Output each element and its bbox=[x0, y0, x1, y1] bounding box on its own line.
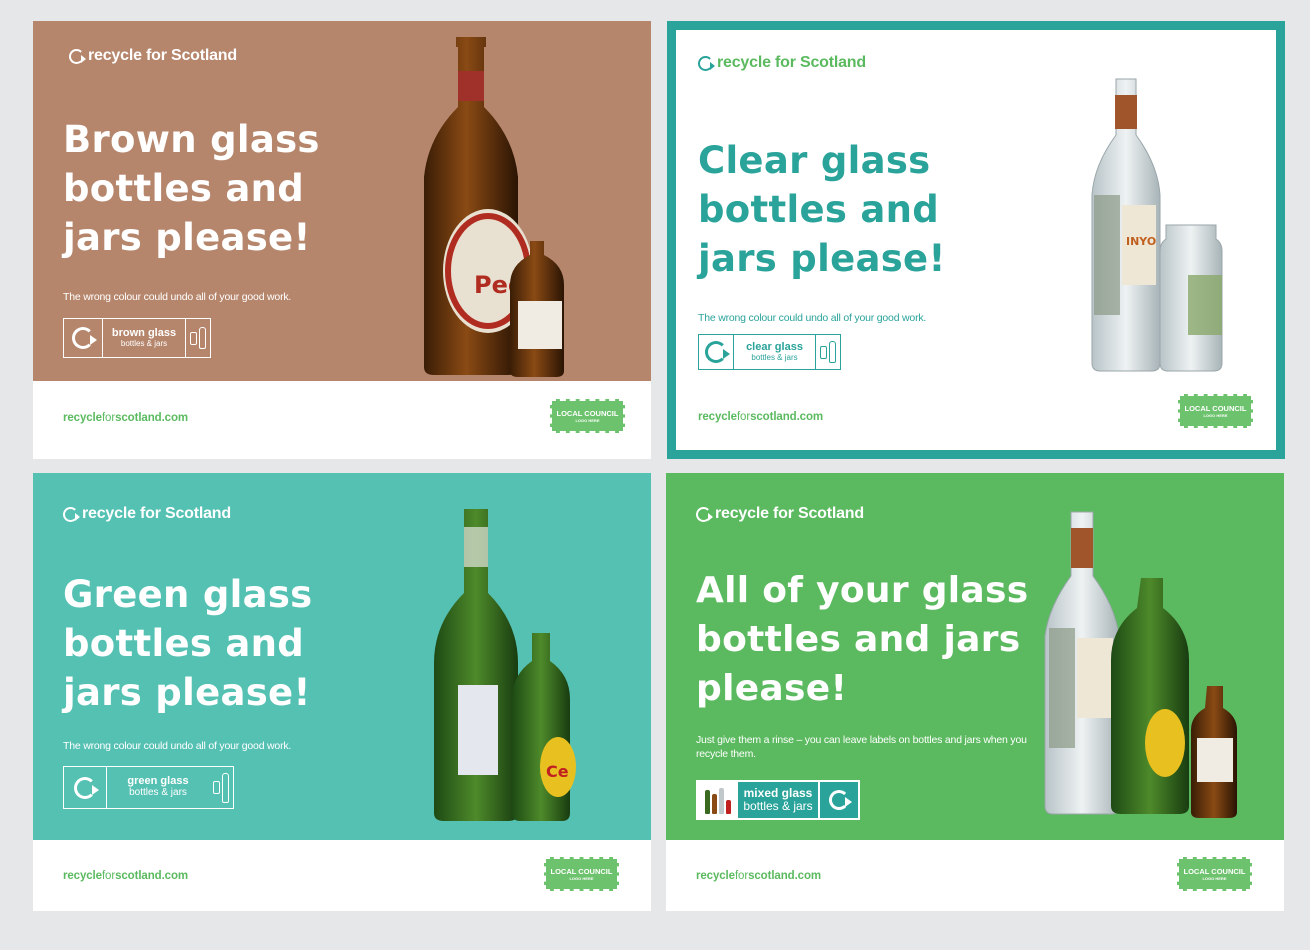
mixed-bottles-image bbox=[1044, 511, 1237, 818]
headline: Clear glass bottles and jars please! bbox=[698, 139, 946, 280]
brand-logo: recycle for Scotland bbox=[69, 47, 237, 65]
svg-text:Ce: Ce bbox=[546, 762, 569, 781]
recycle-arrow-icon bbox=[69, 48, 86, 64]
council-logo-placeholder: LOCAL COUNCIL LOGO HERE bbox=[544, 857, 619, 891]
brown-bottle-image: Ped bbox=[424, 37, 564, 377]
recycle-arrow-icon bbox=[63, 506, 80, 522]
website-url[interactable]: recycleforscotland.com bbox=[698, 411, 823, 423]
headline: Brown glass bottles and jars please! bbox=[63, 118, 320, 259]
poster-mixed-glass: recycle for Scotland All of your glass b… bbox=[666, 473, 1284, 911]
council-logo-placeholder: LOCAL COUNCIL LOGO HERE bbox=[1177, 857, 1252, 891]
bin-label-sub: bottles & jars bbox=[743, 799, 813, 813]
recycle-arrow-icon bbox=[698, 55, 715, 71]
website-url[interactable]: recycleforscotland.com bbox=[63, 870, 188, 882]
recycle-arrow-icon bbox=[705, 341, 730, 363]
council-logo-placeholder: LOCAL COUNCIL LOGO HERE bbox=[1178, 394, 1253, 428]
poster-green-glass: recycle for Scotland Green glass bottles… bbox=[33, 473, 651, 911]
bin-label-main: clear glass bbox=[746, 341, 803, 354]
tagline: The wrong colour could undo all of your … bbox=[63, 291, 292, 303]
bin-label: green glass bottles & jars bbox=[63, 766, 234, 809]
bin-label: clear glass bottles & jars bbox=[698, 334, 841, 370]
bin-label: brown glass bottles & jars bbox=[63, 318, 211, 358]
tagline: The wrong colour could undo all of your … bbox=[698, 312, 927, 324]
bin-label-sub: bottles & jars bbox=[751, 352, 798, 362]
svg-text:INYO: INYO bbox=[1126, 235, 1156, 248]
bin-label-main: brown glass bbox=[111, 327, 177, 340]
recycle-arrow-icon bbox=[74, 776, 99, 799]
jar-icon bbox=[820, 345, 827, 359]
bottle-icon bbox=[222, 772, 229, 803]
jar-icon bbox=[190, 331, 197, 345]
brand-logo: recycle for Scotland bbox=[698, 54, 866, 72]
headline: Green glass bottles and jars please! bbox=[63, 573, 313, 714]
bin-label: mixed glass bottles & jars bbox=[696, 780, 860, 820]
jar-icon bbox=[213, 781, 220, 794]
brand-logo: recycle for Scotland bbox=[63, 505, 231, 523]
recycle-arrow-icon bbox=[72, 327, 97, 349]
poster-brown-glass: recycle for Scotland Brown glass bottles… bbox=[33, 21, 651, 459]
website-url[interactable]: recycleforscotland.com bbox=[63, 412, 188, 424]
website-url[interactable]: recycleforscotland.com bbox=[696, 870, 821, 882]
recycle-arrow-icon bbox=[696, 506, 713, 522]
clear-bottle-image: INYO bbox=[1091, 78, 1223, 372]
green-bottle-image: Ce bbox=[434, 509, 576, 821]
tagline: The wrong colour could undo all of your … bbox=[63, 740, 292, 752]
brand-logo: recycle for Scotland bbox=[696, 505, 864, 523]
bin-label-sub: bottles & jars bbox=[120, 338, 168, 348]
bin-label-sub: bottles & jars bbox=[129, 787, 187, 799]
council-logo-placeholder: LOCAL COUNCIL LOGO HERE bbox=[550, 399, 625, 433]
headline: All of your glass bottles and jars pleas… bbox=[696, 570, 1029, 709]
recycle-arrow-icon bbox=[829, 790, 852, 810]
bottle-icon bbox=[199, 327, 206, 349]
tagline: Just give them a rinse – you can leave l… bbox=[696, 734, 1027, 760]
mixed-bottles-icon bbox=[698, 782, 738, 818]
bottle-icon bbox=[829, 341, 836, 363]
poster-clear-glass: recycle for Scotland Clear glass bottles… bbox=[667, 21, 1285, 459]
